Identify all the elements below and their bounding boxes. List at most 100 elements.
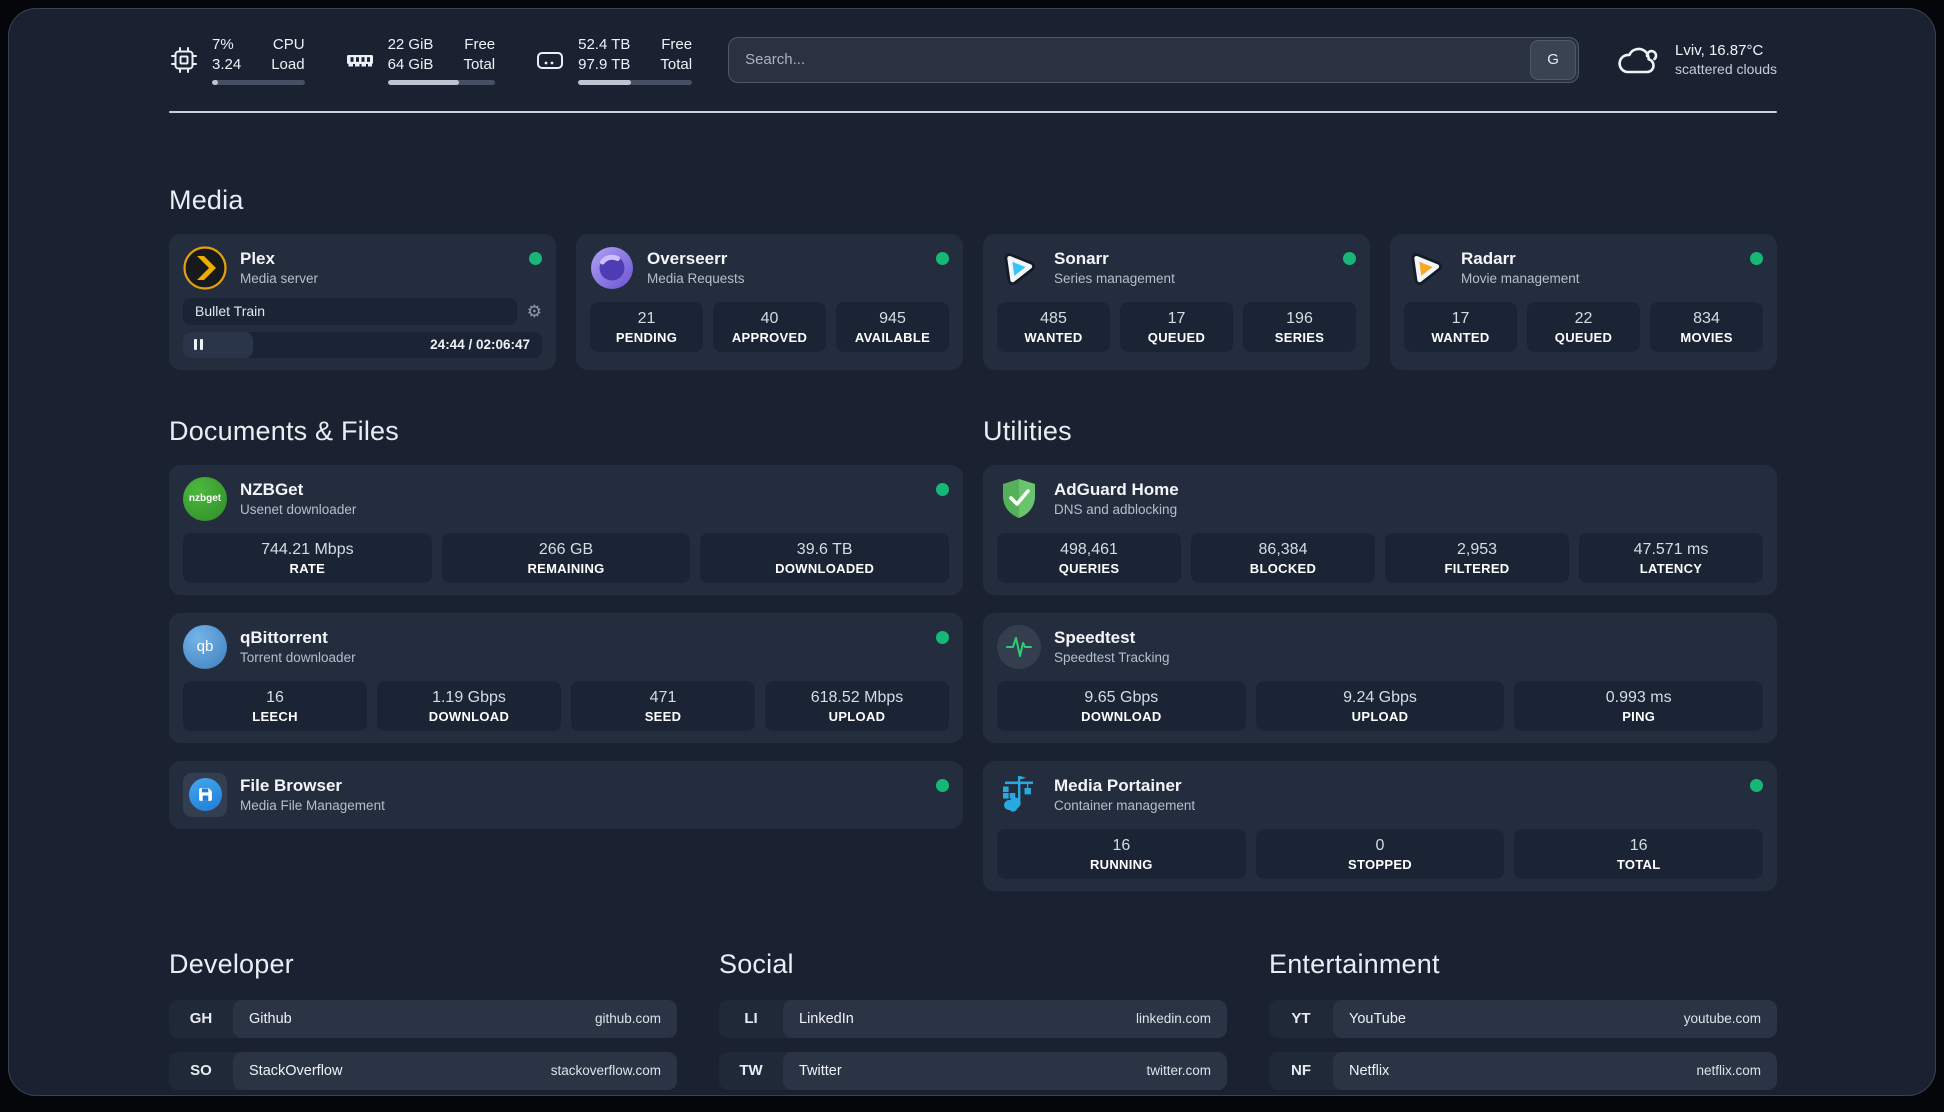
status-online-dot — [936, 251, 949, 265]
plex-icon — [183, 245, 227, 290]
sonarr-card[interactable]: Sonarr Series management 485 WANTED 17 QUE… — [983, 233, 1370, 370]
stat-upload: 9.24 Gbps UPLOAD — [1255, 680, 1505, 731]
link-url: netflix.com — [1696, 1063, 1761, 1079]
stat-remaining: 266 GB REMAINING — [441, 532, 691, 583]
adguard-card[interactable]: AdGuard Home DNS and adblocking 498,461 Q… — [983, 464, 1777, 595]
now-playing-track: Bullet Train — [183, 297, 517, 325]
link-abbr: NF — [1291, 1062, 1311, 1080]
media-cards-row: Plex Media server Bullet Train ⚙ 24:44 /… — [169, 233, 1777, 370]
link-linkedin[interactable]: LI LinkedIn linkedin.com — [719, 999, 1227, 1038]
link-name: YouTube — [1349, 1010, 1406, 1027]
link-abbr: SO — [190, 1062, 212, 1080]
top-bar: 7% CPU 3.24 Load 22 GiB Free 64 GiB Tota… — [169, 35, 1777, 85]
utilities-section: Utilities AdGuard Home DNS and adblockin… — [983, 416, 1777, 891]
section-title-social: Social — [719, 948, 794, 979]
link-url: linkedin.com — [1135, 1011, 1211, 1027]
section-title-utilities: Utilities — [983, 415, 1072, 446]
link-abbr: LI — [744, 1010, 758, 1028]
weather-widget: Lviv, 16.87°C scattered clouds — [1615, 42, 1777, 77]
entertainment-section: Entertainment YT YouTube youtube.com NF N… — [1269, 949, 1777, 1095]
link-url: youtube.com — [1683, 1011, 1761, 1027]
gear-icon[interactable]: ⚙ — [527, 303, 542, 320]
portainer-icon — [997, 773, 1041, 817]
storage-progress-bar — [578, 79, 693, 85]
memory-stat: 22 GiB Free 64 GiB Total — [345, 35, 496, 85]
status-online-dot — [936, 778, 949, 792]
link-stackoverflow[interactable]: SO StackOverflow stackoverflow.com — [169, 1051, 677, 1090]
stat-download: 9.65 Gbps DOWNLOAD — [997, 680, 1246, 731]
search-engine-button[interactable]: G — [1530, 39, 1577, 80]
storage-total-label: Total — [660, 55, 693, 73]
status-online-dot — [529, 251, 542, 265]
link-abbr: GH — [189, 1010, 213, 1028]
developer-section: Developer GH Github github.com SO StackOv… — [169, 949, 677, 1095]
stat-seed: 471 SEED — [571, 680, 755, 731]
cpu-load-label: Load — [271, 55, 305, 73]
ram-icon — [346, 54, 373, 67]
pause-icon[interactable] — [194, 339, 203, 351]
filebrowser-icon — [183, 772, 227, 817]
stat-stopped: 0 STOPPED — [1255, 828, 1505, 879]
memory-progress-bar — [387, 79, 496, 85]
filebrowser-card[interactable]: File Browser Media File Management — [169, 760, 963, 829]
link-github[interactable]: GH Github github.com — [169, 999, 677, 1038]
stat-rate: 744.21 Mbps RATE — [183, 532, 432, 583]
memory-free: 22 GiB — [387, 36, 434, 53]
cpu-load: 3.24 — [212, 55, 242, 73]
playback-progress-bar: 24:44 / 02:06:47 — [183, 331, 542, 358]
stat-download: 1.19 Gbps DOWNLOAD — [377, 680, 561, 731]
link-youtube[interactable]: YT YouTube youtube.com — [1269, 999, 1777, 1038]
app-subtitle: Container management — [1054, 798, 1196, 814]
stat-movies: 834 MOVIES — [1650, 301, 1763, 352]
stat-blocked: 86,384 BLOCKED — [1191, 532, 1375, 583]
storage-free-label: Free — [661, 36, 693, 53]
app-name: Overseerr — [647, 249, 728, 269]
app-subtitle: Media File Management — [240, 798, 385, 814]
adguard-icon — [997, 477, 1041, 521]
link-netflix[interactable]: NF Netflix netflix.com — [1269, 1051, 1777, 1090]
stat-wanted: 17 WANTED — [1404, 301, 1517, 352]
nzbget-icon: nzbget — [183, 476, 227, 521]
app-subtitle: DNS and adblocking — [1054, 502, 1178, 518]
app-subtitle: Series management — [1054, 271, 1175, 287]
stat-queries: 498,461 QUERIES — [997, 532, 1181, 583]
search-input[interactable] — [728, 36, 1580, 83]
stat-total: 16 TOTAL — [1514, 828, 1764, 879]
cpu-icon — [171, 46, 197, 73]
stat-pending: 21 PENDING — [590, 301, 703, 352]
qbittorrent-card[interactable]: qb qBittorrent Torrent downloader 16 LEEC… — [169, 612, 963, 743]
plex-card[interactable]: Plex Media server Bullet Train ⚙ 24:44 /… — [169, 233, 556, 370]
memory-free-label: Free — [464, 36, 496, 53]
disk-icon — [537, 51, 564, 69]
app-subtitle: Movie management — [1461, 271, 1580, 287]
app-name: Radarr — [1461, 249, 1516, 269]
link-name: Github — [249, 1010, 292, 1027]
stat-queued: 22 QUEUED — [1527, 301, 1640, 352]
section-title-media: Media — [169, 184, 244, 215]
radarr-card[interactable]: Radarr Movie management 17 WANTED 22 QUEUE… — [1390, 233, 1777, 370]
stat-approved: 40 APPROVED — [713, 301, 826, 352]
link-name: LinkedIn — [799, 1010, 854, 1027]
stat-latency: 47.571 ms LATENCY — [1579, 532, 1763, 583]
cpu-usage: 7% — [212, 36, 234, 53]
weather-condition: scattered clouds — [1675, 61, 1777, 78]
link-url: stackoverflow.com — [550, 1063, 661, 1079]
memory-total-label: Total — [463, 55, 496, 73]
portainer-card[interactable]: Media Portainer Container management 16 R… — [983, 760, 1777, 891]
memory-total: 64 GiB — [387, 55, 434, 73]
status-online-dot — [1750, 251, 1763, 265]
sonarr-icon — [997, 246, 1041, 290]
app-subtitle: Speedtest Tracking — [1054, 650, 1170, 666]
social-section: Social LI LinkedIn linkedin.com TW Twitte… — [719, 949, 1227, 1090]
link-twitter[interactable]: TW Twitter twitter.com — [719, 1051, 1227, 1090]
playback-time: 24:44 / 02:06:47 — [430, 337, 530, 353]
link-name: StackOverflow — [249, 1062, 343, 1079]
overseerr-card[interactable]: Overseerr Media Requests 21 PENDING 40 APP… — [576, 233, 963, 370]
qbittorrent-icon: qb — [183, 624, 227, 669]
stat-upload: 618.52 Mbps UPLOAD — [765, 680, 949, 731]
app-name: Plex — [240, 249, 275, 269]
speedtest-card[interactable]: Speedtest Speedtest Tracking 9.65 Gbps DO… — [983, 612, 1777, 743]
nzbget-card[interactable]: nzbget NZBGet Usenet downloader 744.21 M… — [169, 464, 963, 595]
storage-free: 52.4 TB — [578, 36, 631, 53]
stat-ping: 0.993 ms PING — [1514, 680, 1764, 731]
